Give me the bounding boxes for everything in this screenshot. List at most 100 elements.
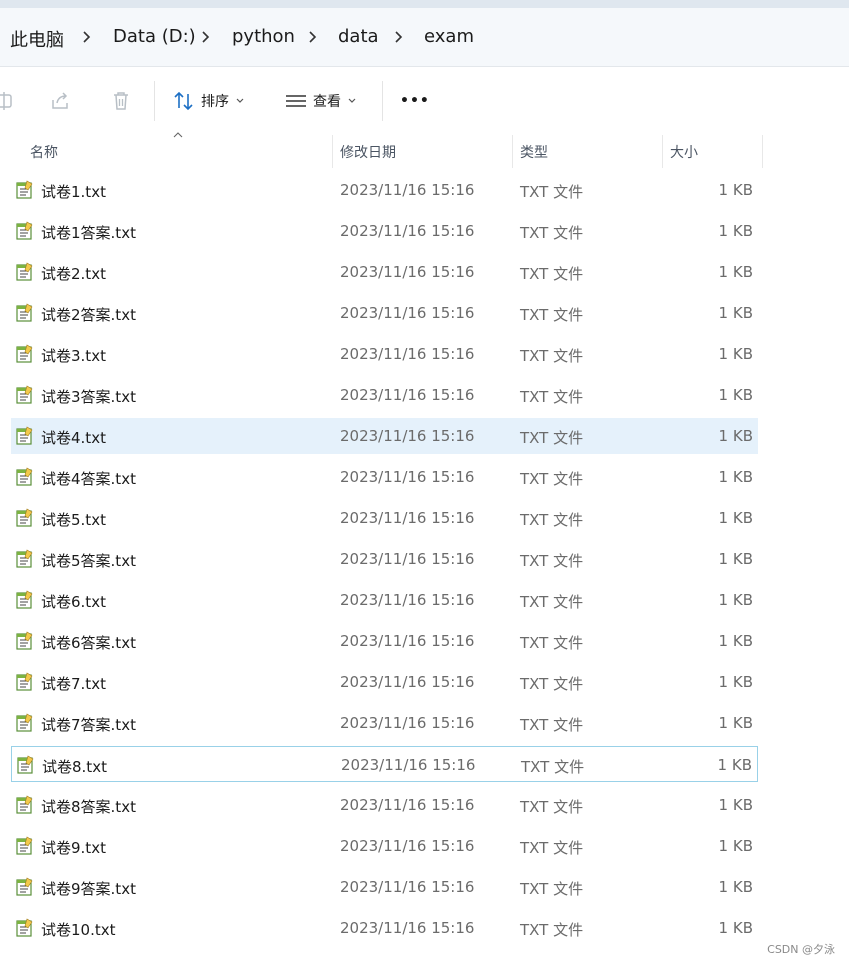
column-size[interactable]: 大小 [670,142,698,162]
text-file-icon [16,549,33,568]
file-name[interactable]: 试卷7答案.txt [41,714,136,735]
file-type: TXT 文件 [520,921,584,939]
file-modified: 2023/11/16 15:16 [340,509,475,527]
chevron-right-icon[interactable] [392,27,406,47]
chevron-right-icon[interactable] [80,27,94,47]
file-modified: 2023/11/16 15:16 [340,837,475,855]
file-row[interactable]: 试卷3答案.txt 2023/11/16 15:16 TXT 文件 1 KB [11,377,758,413]
file-row[interactable]: 试卷9.txt 2023/11/16 15:16 TXT 文件 1 KB [11,828,758,864]
file-name[interactable]: 试卷4.txt [41,427,106,448]
file-name[interactable]: 试卷1答案.txt [41,222,136,243]
file-row[interactable]: 试卷2.txt 2023/11/16 15:16 TXT 文件 1 KB [11,254,758,290]
file-row[interactable]: 试卷2答案.txt 2023/11/16 15:16 TXT 文件 1 KB [11,295,758,331]
file-row[interactable]: 试卷6答案.txt 2023/11/16 15:16 TXT 文件 1 KB [11,623,758,659]
file-name[interactable]: 试卷2.txt [41,263,106,284]
file-type: TXT 文件 [520,511,584,529]
file-name[interactable]: 试卷5.txt [41,509,106,530]
file-size: 1 KB [718,878,753,896]
column-name[interactable]: 名称 [30,142,58,162]
file-size: 1 KB [718,714,753,732]
file-row[interactable]: 试卷4答案.txt 2023/11/16 15:16 TXT 文件 1 KB [11,459,758,495]
file-modified: 2023/11/16 15:16 [340,550,475,568]
file-name[interactable]: 试卷6答案.txt [41,632,136,653]
chevron-right-icon[interactable] [306,27,320,47]
file-name[interactable]: 试卷7.txt [41,673,106,694]
file-type: TXT 文件 [520,429,584,447]
file-type: TXT 文件 [520,183,584,201]
text-file-icon [16,631,33,650]
column-divider[interactable] [332,135,333,168]
text-file-icon [16,221,33,240]
text-file-icon [17,755,34,774]
file-type: TXT 文件 [520,388,584,406]
column-modified[interactable]: 修改日期 [340,142,396,162]
breadcrumb-drive-d[interactable]: Data (D:) [113,26,196,47]
more-options-button[interactable]: ••• [400,87,430,115]
column-divider[interactable] [512,135,513,168]
file-name[interactable]: 试卷3答案.txt [41,386,136,407]
breadcrumb-this-pc[interactable]: 此电脑 [10,26,64,52]
file-modified: 2023/11/16 15:16 [340,796,475,814]
file-row[interactable]: 试卷7答案.txt 2023/11/16 15:16 TXT 文件 1 KB [11,705,758,741]
file-modified: 2023/11/16 15:16 [340,427,475,445]
file-row[interactable]: 试卷1答案.txt 2023/11/16 15:16 TXT 文件 1 KB [11,213,758,249]
file-name[interactable]: 试卷2答案.txt [41,304,136,325]
file-name[interactable]: 试卷6.txt [41,591,106,612]
chevron-down-icon [348,98,356,103]
file-row[interactable]: 试卷1.txt 2023/11/16 15:16 TXT 文件 1 KB [11,172,758,208]
file-row[interactable]: 试卷7.txt 2023/11/16 15:16 TXT 文件 1 KB [11,664,758,700]
text-file-icon [16,672,33,691]
file-row[interactable]: 试卷3.txt 2023/11/16 15:16 TXT 文件 1 KB [11,336,758,372]
breadcrumb-exam[interactable]: exam [424,26,474,47]
file-row[interactable]: 试卷9答案.txt 2023/11/16 15:16 TXT 文件 1 KB [11,869,758,905]
text-file-icon [16,877,33,896]
file-size: 1 KB [718,837,753,855]
file-name[interactable]: 试卷9.txt [41,837,106,858]
file-size: 1 KB [718,509,753,527]
share-icon[interactable] [49,89,73,113]
file-size: 1 KB [718,919,753,937]
breadcrumb-python[interactable]: python [232,26,295,47]
file-row[interactable]: 试卷5答案.txt 2023/11/16 15:16 TXT 文件 1 KB [11,541,758,577]
file-size: 1 KB [718,673,753,691]
column-divider[interactable] [762,135,763,168]
breadcrumb-data[interactable]: data [338,26,379,47]
file-row[interactable]: 试卷6.txt 2023/11/16 15:16 TXT 文件 1 KB [11,582,758,618]
file-modified: 2023/11/16 15:16 [340,263,475,281]
file-name[interactable]: 试卷10.txt [41,919,116,940]
file-type: TXT 文件 [520,798,584,816]
view-button[interactable]: 查看 [285,87,357,115]
file-size: 1 KB [718,632,753,650]
column-type[interactable]: 类型 [520,142,548,162]
file-name[interactable]: 试卷3.txt [41,345,106,366]
file-modified: 2023/11/16 15:16 [340,878,475,896]
file-row[interactable]: 试卷4.txt 2023/11/16 15:16 TXT 文件 1 KB [11,418,758,454]
file-name[interactable]: 试卷8答案.txt [41,796,136,817]
file-modified: 2023/11/16 15:16 [340,714,475,732]
delete-icon[interactable] [109,89,133,113]
sort-button[interactable]: 排序 [173,87,245,115]
file-row[interactable]: 试卷10.txt 2023/11/16 15:16 TXT 文件 1 KB [11,910,758,946]
file-type: TXT 文件 [520,470,584,488]
column-divider[interactable] [662,135,663,168]
file-name[interactable]: 试卷8.txt [42,756,107,777]
file-type: TXT 文件 [520,306,584,324]
file-size: 1 KB [718,468,753,486]
file-type: TXT 文件 [520,224,584,242]
file-row[interactable]: 试卷8.txt 2023/11/16 15:16 TXT 文件 1 KB [11,746,758,782]
file-row[interactable]: 试卷5.txt 2023/11/16 15:16 TXT 文件 1 KB [11,500,758,536]
file-name[interactable]: 试卷4答案.txt [41,468,136,489]
file-row[interactable]: 试卷8答案.txt 2023/11/16 15:16 TXT 文件 1 KB [11,787,758,823]
view-list-icon [286,95,306,107]
view-label: 查看 [313,94,341,110]
rename-icon[interactable] [0,89,16,113]
file-type: TXT 文件 [520,552,584,570]
file-size: 1 KB [718,796,753,814]
file-name[interactable]: 试卷9答案.txt [41,878,136,899]
file-name[interactable]: 试卷1.txt [41,181,106,202]
file-size: 1 KB [718,222,753,240]
address-bar[interactable]: 此电脑 Data (D:) python data exam [0,8,849,67]
file-name[interactable]: 试卷5答案.txt [41,550,136,571]
chevron-right-icon[interactable] [199,27,213,47]
file-modified: 2023/11/16 15:16 [340,632,475,650]
